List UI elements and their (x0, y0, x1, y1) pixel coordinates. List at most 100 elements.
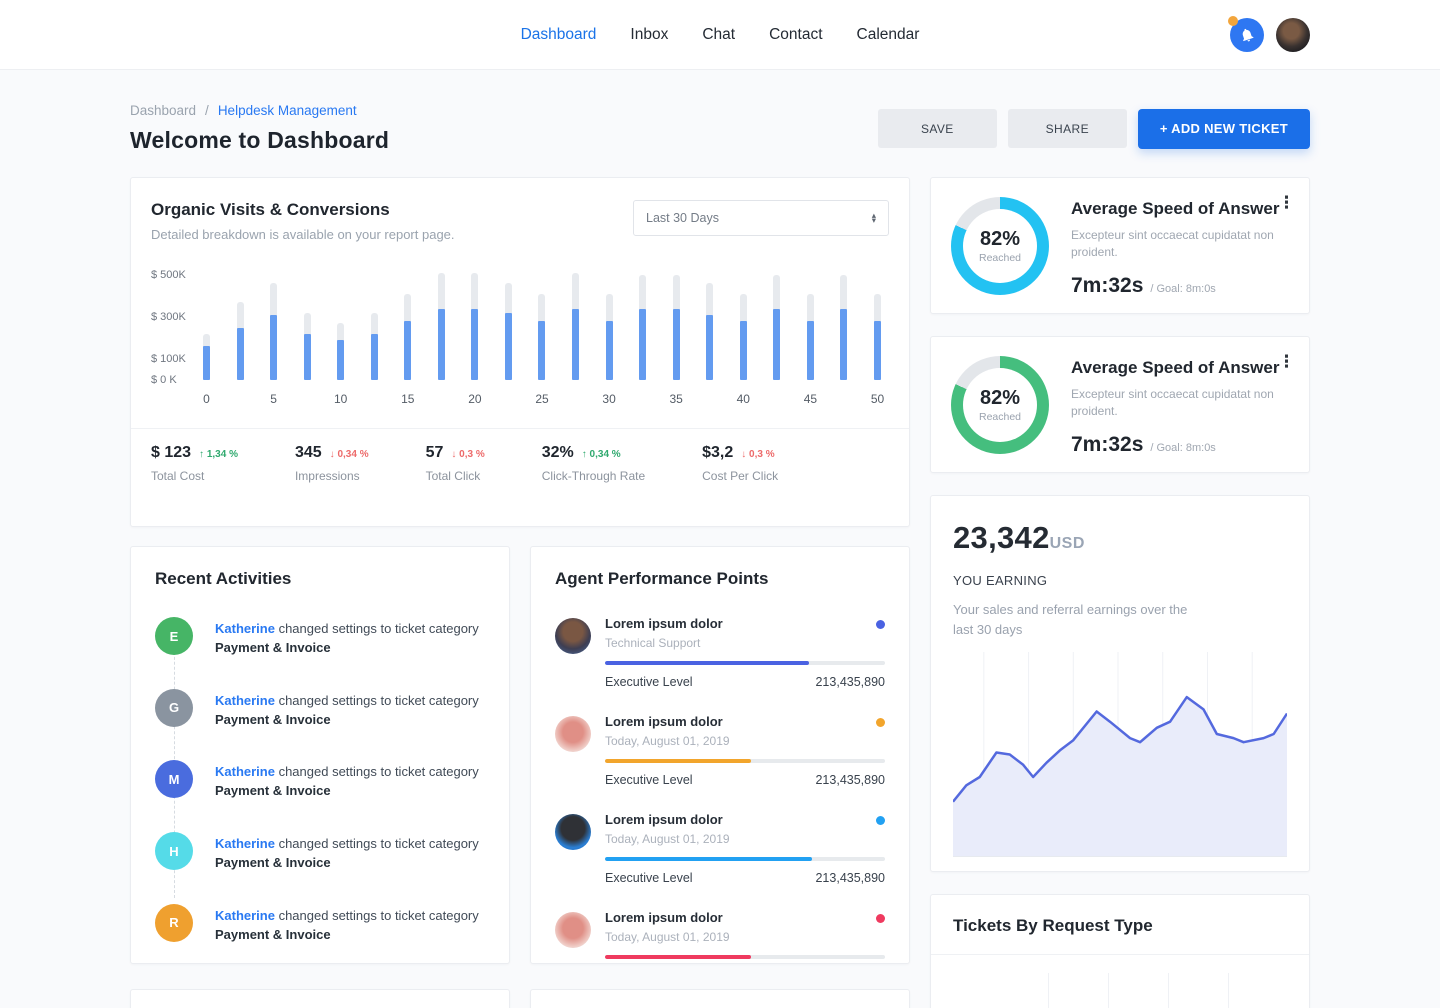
add-new-ticket-button[interactable]: + ADD NEW TICKET (1138, 109, 1310, 149)
activity-list-item[interactable]: HKatherine changed settings to ticket ca… (155, 832, 485, 873)
bar-reached-segment (237, 328, 244, 381)
stat-impressions: 345↓ 0,34 %Impressions (295, 444, 369, 500)
activity-actor[interactable]: Katherine (215, 621, 275, 636)
page-title: Welcome to Dashboard (130, 127, 389, 154)
bar-20 (874, 270, 881, 380)
activity-actor[interactable]: Katherine (215, 693, 275, 708)
bar-reached-segment (639, 309, 646, 380)
speed-card-desc: Excepteur sint occaecat cupidatat non pr… (1071, 386, 1281, 421)
activity-list-item[interactable]: EKatherine changed settings to ticket ca… (155, 617, 485, 658)
nav-item-chat[interactable]: Chat (702, 26, 735, 44)
main-nav: Dashboard Inbox Chat Contact Calendar (521, 26, 920, 44)
notification-badge (1228, 16, 1238, 26)
share-button[interactable]: SHARE (1008, 109, 1127, 148)
bar-17 (773, 270, 780, 380)
bar-reached-segment (874, 321, 881, 380)
agent-list-item[interactable]: Lorem ipsum dolorToday, August 01, 2019 E… (555, 812, 885, 885)
tickets-card-title: Tickets By Request Type (953, 916, 1287, 936)
activity-actor[interactable]: Katherine (215, 836, 275, 851)
bar-chart-bars (203, 270, 881, 380)
notification-button[interactable] (1230, 18, 1264, 52)
bar-18 (807, 270, 814, 380)
stat-cost-per-click: $3,2↓ 0,3 %Cost Per Click (702, 444, 778, 500)
top-navigation-bar: Dashboard Inbox Chat Contact Calendar (0, 0, 1440, 70)
bar-14 (673, 270, 680, 380)
donut-percent: 82% (980, 228, 1020, 251)
donut-chart-cyan: 82% Reached (951, 197, 1049, 295)
recent-activities-list: EKatherine changed settings to ticket ca… (155, 617, 485, 944)
agent-points: 213,435,890 (815, 871, 885, 885)
activity-list-item[interactable]: RKatherine changed settings to ticket ca… (155, 904, 485, 945)
agent-list-item[interactable]: Lorem ipsum dolorToday, August 01, 2019E… (555, 910, 885, 964)
bar-reached-segment (270, 315, 277, 380)
agent-status-dot (876, 718, 885, 727)
agent-name-block: Lorem ipsum dolorTechnical Support (605, 616, 723, 650)
y-axis-tick: $ 100K (151, 353, 186, 365)
agent-performance-list: Lorem ipsum dolorTechnical SupportExecut… (555, 616, 885, 964)
user-avatar[interactable] (1276, 18, 1310, 52)
agent-level-row: Executive Level213,435,890 (605, 871, 885, 885)
activity-text: Katherine changed settings to ticket cat… (215, 617, 479, 658)
organic-visits-card: Organic Visits & Conversions Detailed br… (130, 177, 910, 527)
agent-head-row: Lorem ipsum dolorTechnical Support (605, 616, 885, 650)
activity-text: Katherine changed settings to ticket cat… (215, 689, 479, 730)
nav-item-calendar[interactable]: Calendar (857, 26, 920, 44)
speed-card-title: Average Speed of Answer (1071, 358, 1281, 378)
bar-reached-segment (337, 340, 344, 380)
nav-item-contact[interactable]: Contact (769, 26, 822, 44)
activity-target: Payment & Invoice (215, 640, 331, 655)
agent-progress-track (605, 759, 885, 763)
agent-head-row: Lorem ipsum dolorToday, August 01, 2019 (605, 812, 885, 846)
bar-reached-segment (538, 321, 545, 380)
bar-8 (471, 270, 478, 380)
activity-list-item[interactable]: M Katherine changed settings to ticket ca… (155, 760, 485, 801)
agent-subtitle: Technical Support (605, 636, 723, 650)
bar-reached-segment (706, 315, 713, 380)
earnings-amount: 23,342 (953, 520, 1050, 556)
agent-progress-track (605, 955, 885, 959)
kebab-menu-icon[interactable]: ⋮ (1278, 194, 1295, 211)
save-button[interactable]: SAVE (878, 109, 997, 148)
stat-label: Total Cost (151, 469, 238, 483)
agent-subtitle: Today, August 01, 2019 (605, 734, 730, 748)
activity-target: Payment & Invoice (215, 712, 331, 727)
recent-activities-title: Recent Activities (155, 569, 485, 589)
activity-text: Katherine changed settings to ticket cat… (215, 760, 479, 801)
y-axis-tick: $ 0 K (151, 374, 177, 386)
stat-value: 57 (426, 444, 444, 462)
activity-list-item[interactable]: GKatherine changed settings to ticket ca… (155, 689, 485, 730)
donut-chart-green: 82% Reached (951, 356, 1049, 454)
bar-chart-y-axis: $ 500K$ 300K$ 100K$ 0 K (151, 270, 203, 380)
agent-progress-track (605, 857, 885, 861)
page-header: Dashboard / Helpdesk Management Welcome … (130, 103, 1310, 154)
agent-name: Lorem ipsum dolor (605, 910, 730, 925)
x-axis-tick: 20 (468, 392, 481, 406)
bar-5 (371, 270, 378, 380)
agent-status-dot (876, 620, 885, 629)
bar-1 (237, 270, 244, 380)
bottom-left-card (130, 989, 510, 1008)
nav-item-inbox[interactable]: Inbox (630, 26, 668, 44)
date-range-select[interactable]: Last 30 Days ▴▾ (633, 200, 889, 236)
nav-item-dashboard[interactable]: Dashboard (521, 26, 597, 44)
activity-actor[interactable]: Katherine (215, 908, 275, 923)
stat-click-through-rate: 32%↑ 0,34 %Click-Through Rate (542, 444, 645, 500)
activity-avatar: M (155, 760, 193, 798)
donut-reached-label: Reached (979, 411, 1021, 423)
bar-reached-segment (840, 309, 847, 380)
recent-activities-card: Recent Activities EKatherine changed set… (130, 546, 510, 964)
agent-list-item[interactable]: Lorem ipsum dolorToday, August 01, 2019E… (555, 714, 885, 787)
breadcrumb-current[interactable]: Helpdesk Management (218, 103, 357, 118)
earnings-desc: Your sales and referral earnings over th… (953, 600, 1203, 639)
breadcrumb-parent[interactable]: Dashboard (130, 103, 196, 118)
kebab-menu-icon[interactable]: ⋮ (1278, 353, 1295, 370)
activity-actor[interactable]: Katherine (215, 764, 275, 779)
donut-percent: 82% (980, 387, 1020, 410)
select-arrows-icon: ▴▾ (872, 213, 876, 224)
agent-list-item[interactable]: Lorem ipsum dolorTechnical SupportExecut… (555, 616, 885, 689)
breadcrumb: Dashboard / Helpdesk Management (130, 103, 389, 118)
bar-15 (706, 270, 713, 380)
bar-12 (606, 270, 613, 380)
x-axis-tick: 5 (270, 392, 277, 406)
left-column: Organic Visits & Conversions Detailed br… (130, 177, 910, 1008)
